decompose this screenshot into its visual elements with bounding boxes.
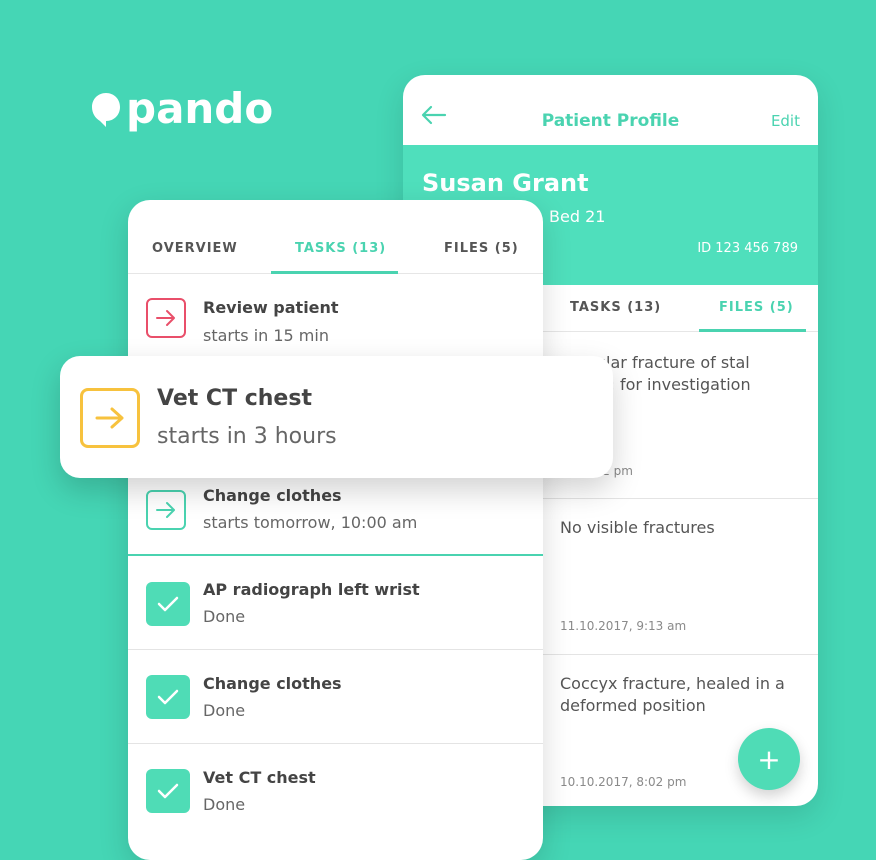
- patient-id: ID 123 456 789: [697, 241, 798, 256]
- task-item[interactable]: Review patient starts in 15 min: [128, 274, 543, 354]
- check-icon: [146, 769, 190, 813]
- tasks-tabs: OVERVIEW TASKS (13) FILES (5): [128, 200, 543, 274]
- check-icon: [146, 675, 190, 719]
- file-description: Coccyx fracture, healed in a deformed po…: [560, 674, 785, 715]
- tasks-card: OVERVIEW TASKS (13) FILES (5) Review pat…: [128, 200, 543, 860]
- task-subtitle: starts tomorrow, 10:00 am: [203, 513, 418, 532]
- task-title: Review patient: [203, 298, 339, 317]
- task-title: Change clothes: [203, 486, 342, 505]
- task-subtitle: Done: [203, 607, 246, 626]
- task-title: Vet CT chest: [203, 768, 316, 787]
- arrow-right-icon: [80, 388, 140, 448]
- file-description: No visible fractures: [560, 518, 715, 537]
- add-file-button[interactable]: +: [738, 728, 800, 790]
- task-title: AP radiograph left wrist: [203, 580, 420, 599]
- task-item[interactable]: AP radiograph left wrist Done: [128, 556, 543, 650]
- tab-overview[interactable]: OVERVIEW: [152, 241, 238, 256]
- tab-tasks[interactable]: TASKS (13): [295, 241, 386, 256]
- highlighted-task[interactable]: Vet CT chest starts in 3 hours: [60, 356, 613, 478]
- task-subtitle: starts in 15 min: [203, 326, 329, 345]
- task-title: Change clothes: [203, 674, 342, 693]
- task-item[interactable]: Vet CT chest Done: [128, 744, 543, 844]
- check-icon: [146, 582, 190, 626]
- plus-icon: +: [757, 742, 781, 776]
- file-date: 10.10.2017, 8:02 pm: [560, 775, 687, 789]
- profile-header: Patient Profile Edit: [403, 75, 818, 145]
- task-subtitle: Done: [203, 701, 246, 720]
- patient-name: Susan Grant: [422, 169, 589, 197]
- task-item[interactable]: Change clothes starts tomorrow, 10:00 am: [128, 470, 543, 554]
- task-subtitle: Done: [203, 795, 246, 814]
- patient-bed: Bed 21: [549, 207, 606, 226]
- logo-text: pando: [126, 84, 274, 133]
- task-subtitle: starts in 3 hours: [157, 424, 337, 449]
- edit-button[interactable]: Edit: [771, 112, 800, 130]
- arrow-right-icon: [146, 298, 186, 338]
- page-title: Patient Profile: [541, 111, 680, 131]
- arrow-right-icon: [146, 490, 186, 530]
- tab-files[interactable]: FILES (5): [719, 300, 794, 315]
- pando-logo-icon: [92, 93, 120, 127]
- task-title: Vet CT chest: [157, 386, 312, 411]
- task-item[interactable]: Change clothes Done: [128, 650, 543, 744]
- tab-files[interactable]: FILES (5): [444, 241, 519, 256]
- pando-logo: pando: [92, 88, 273, 130]
- file-date: 11.10.2017, 9:13 am: [560, 619, 687, 633]
- tab-tasks[interactable]: TASKS (13): [570, 300, 661, 315]
